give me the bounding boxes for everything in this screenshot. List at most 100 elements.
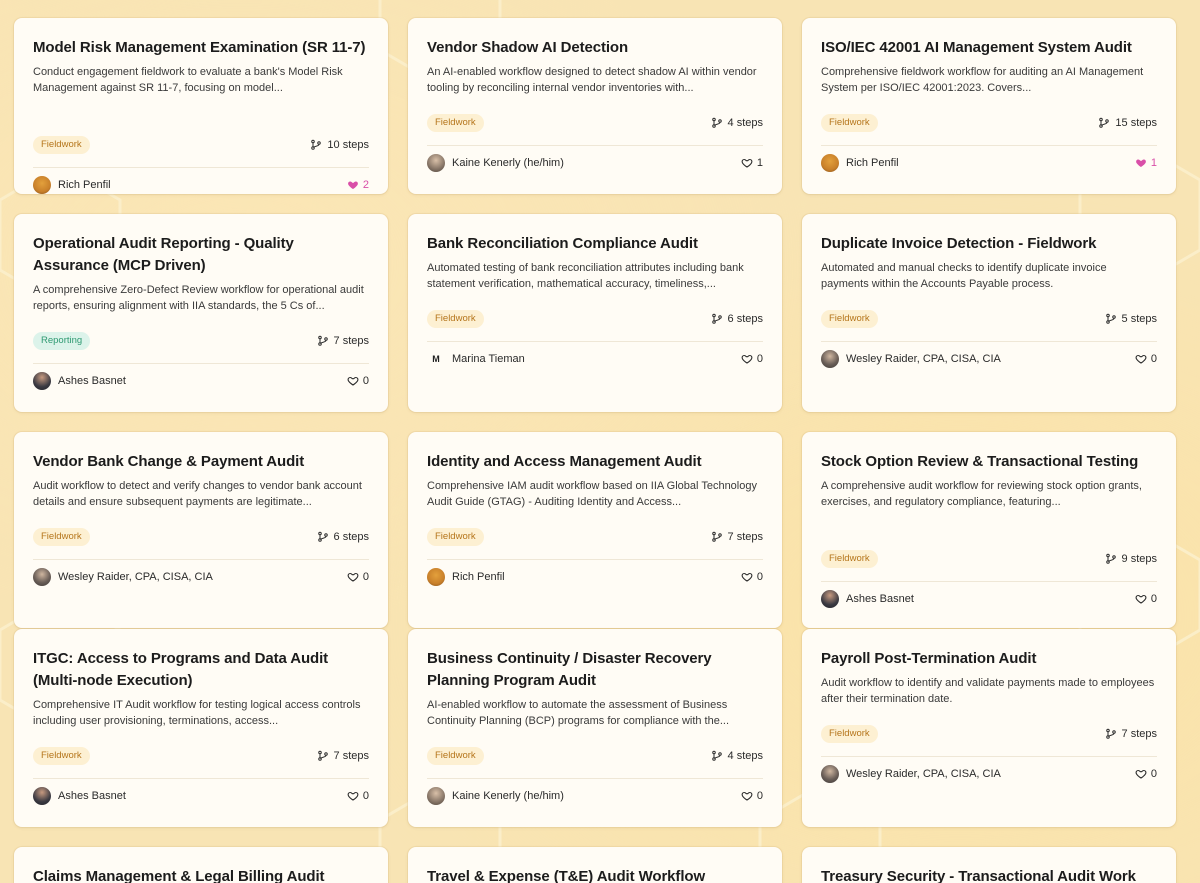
card-title: Vendor Bank Change & Payment Audit xyxy=(33,453,305,470)
card-footer: Ashes Basnet 0 xyxy=(33,787,369,805)
workflow-card[interactable]: ITGC: Access to Programs and Data Audit … xyxy=(14,629,388,827)
workflow-card[interactable]: Bank Reconciliation Compliance Audit Auto… xyxy=(408,214,782,412)
steps-label: 15 steps xyxy=(1115,117,1157,129)
workflow-card[interactable]: Duplicate Invoice Detection - Fieldwork A… xyxy=(802,214,1176,412)
like-count: 0 xyxy=(1150,593,1157,605)
like-button[interactable]: 0 xyxy=(741,790,763,802)
like-button[interactable]: 1 xyxy=(1135,157,1157,169)
card-title: Stock Option Review & Transactional Test… xyxy=(821,453,1139,470)
category-badge: Fieldwork xyxy=(427,528,484,546)
author-name: Rich Penfil xyxy=(452,571,505,583)
avatar: M xyxy=(427,350,445,368)
author[interactable]: Kaine Kenerly (he/him) xyxy=(427,154,564,172)
like-count: 0 xyxy=(756,790,763,802)
like-count: 2 xyxy=(362,179,369,191)
workflow-card[interactable]: Identity and Access Management Audit Comp… xyxy=(408,432,782,628)
like-button[interactable]: 0 xyxy=(1135,353,1157,365)
steps-label: 5 steps xyxy=(1121,313,1157,325)
like-button[interactable]: 0 xyxy=(741,353,763,365)
card-meta: Fieldwork 15 steps xyxy=(821,114,1157,132)
workflow-card[interactable]: Operational Audit Reporting - Quality As… xyxy=(14,214,388,412)
author[interactable]: Rich Penfil xyxy=(821,154,899,172)
avatar xyxy=(821,590,839,608)
avatar xyxy=(33,372,51,390)
author[interactable]: Ashes Basnet xyxy=(33,787,126,805)
workflow-card[interactable]: Travel & Expense (T&E) Audit Workflow xyxy=(408,847,782,883)
git-branch-icon xyxy=(1105,728,1117,740)
card-title: Bank Reconciliation Compliance Audit xyxy=(427,235,698,252)
workflow-card[interactable]: ISO/IEC 42001 AI Management System Audit… xyxy=(802,18,1176,194)
category-badge: Reporting xyxy=(33,332,91,350)
workflow-card[interactable]: Stock Option Review & Transactional Test… xyxy=(802,432,1176,628)
author[interactable]: Wesley Raider, CPA, CISA, CIA xyxy=(33,568,213,586)
steps-count: 9 steps xyxy=(1105,553,1157,565)
steps-label: 6 steps xyxy=(727,313,763,325)
category-badge: Fieldwork xyxy=(821,114,878,132)
steps-label: 10 steps xyxy=(327,139,369,151)
author[interactable]: Wesley Raider, CPA, CISA, CIA xyxy=(821,765,1001,783)
author[interactable]: Rich Penfil xyxy=(33,176,111,194)
card-footer: Rich Penfil 0 xyxy=(427,568,763,586)
avatar xyxy=(427,787,445,805)
card-meta: Fieldwork 10 steps xyxy=(33,136,369,154)
workflow-card[interactable]: Vendor Shadow AI Detection An AI-enabled … xyxy=(408,18,782,194)
heart-icon xyxy=(1135,593,1147,605)
like-button[interactable]: 0 xyxy=(347,571,369,583)
like-count: 0 xyxy=(1150,353,1157,365)
card-footer: Wesley Raider, CPA, CISA, CIA 0 xyxy=(33,568,369,586)
card-title: Treasury Security - Transactional Audit … xyxy=(821,868,1136,883)
steps-label: 9 steps xyxy=(1121,553,1157,565)
heart-icon xyxy=(347,179,359,191)
card-divider xyxy=(33,778,369,779)
like-button[interactable]: 0 xyxy=(347,375,369,387)
git-branch-icon xyxy=(1098,117,1110,129)
git-branch-icon xyxy=(711,531,723,543)
like-button[interactable]: 0 xyxy=(741,571,763,583)
category-badge: Fieldwork xyxy=(427,747,484,765)
workflow-card[interactable]: Claims Management & Legal Billing Audit xyxy=(14,847,388,883)
like-count: 1 xyxy=(756,157,763,169)
author[interactable]: Wesley Raider, CPA, CISA, CIA xyxy=(821,350,1001,368)
like-button[interactable]: 0 xyxy=(347,790,369,802)
like-count: 0 xyxy=(1150,768,1157,780)
like-button[interactable]: 0 xyxy=(1135,768,1157,780)
workflow-card[interactable]: Business Continuity / Disaster Recovery … xyxy=(408,629,782,827)
author-name: Wesley Raider, CPA, CISA, CIA xyxy=(846,353,1001,365)
workflow-card[interactable]: Treasury Security - Transactional Audit … xyxy=(802,847,1176,883)
card-footer: Wesley Raider, CPA, CISA, CIA 0 xyxy=(821,350,1157,368)
card-meta: Fieldwork 7 steps xyxy=(821,725,1157,743)
author[interactable]: M Marina Tieman xyxy=(427,350,525,368)
git-branch-icon xyxy=(1105,313,1117,325)
card-title: Payroll Post-Termination Audit xyxy=(821,650,1037,667)
card-divider xyxy=(821,581,1157,582)
author[interactable]: Ashes Basnet xyxy=(821,590,914,608)
heart-icon xyxy=(741,157,753,169)
card-meta: Fieldwork 4 steps xyxy=(427,114,763,132)
card-title: Model Risk Management Examination (SR 11… xyxy=(33,39,366,56)
author-name: Kaine Kenerly (he/him) xyxy=(452,790,564,802)
author[interactable]: Rich Penfil xyxy=(427,568,505,586)
like-count: 0 xyxy=(756,571,763,583)
author[interactable]: Ashes Basnet xyxy=(33,372,126,390)
card-title: Vendor Shadow AI Detection xyxy=(427,39,629,56)
steps-label: 7 steps xyxy=(1121,728,1157,740)
author[interactable]: Kaine Kenerly (he/him) xyxy=(427,787,564,805)
avatar xyxy=(821,765,839,783)
author-name: Ashes Basnet xyxy=(58,375,126,387)
workflow-card[interactable]: Payroll Post-Termination Audit Audit work… xyxy=(802,629,1176,827)
author-name: Rich Penfil xyxy=(58,179,111,191)
workflow-card[interactable]: Vendor Bank Change & Payment Audit Audit … xyxy=(14,432,388,628)
avatar-initial: M xyxy=(432,354,440,364)
card-divider xyxy=(33,363,369,364)
workflow-card[interactable]: Model Risk Management Examination (SR 11… xyxy=(14,18,388,194)
card-divider xyxy=(821,756,1157,757)
like-button[interactable]: 2 xyxy=(347,179,369,191)
like-button[interactable]: 0 xyxy=(1135,593,1157,605)
card-title: Operational Audit Reporting - Quality As… xyxy=(33,235,294,274)
card-title: Identity and Access Management Audit xyxy=(427,453,702,470)
card-meta: Fieldwork 4 steps xyxy=(427,747,763,765)
category-badge: Fieldwork xyxy=(33,136,90,154)
heart-icon xyxy=(347,790,359,802)
like-button[interactable]: 1 xyxy=(741,157,763,169)
card-divider xyxy=(427,341,763,342)
